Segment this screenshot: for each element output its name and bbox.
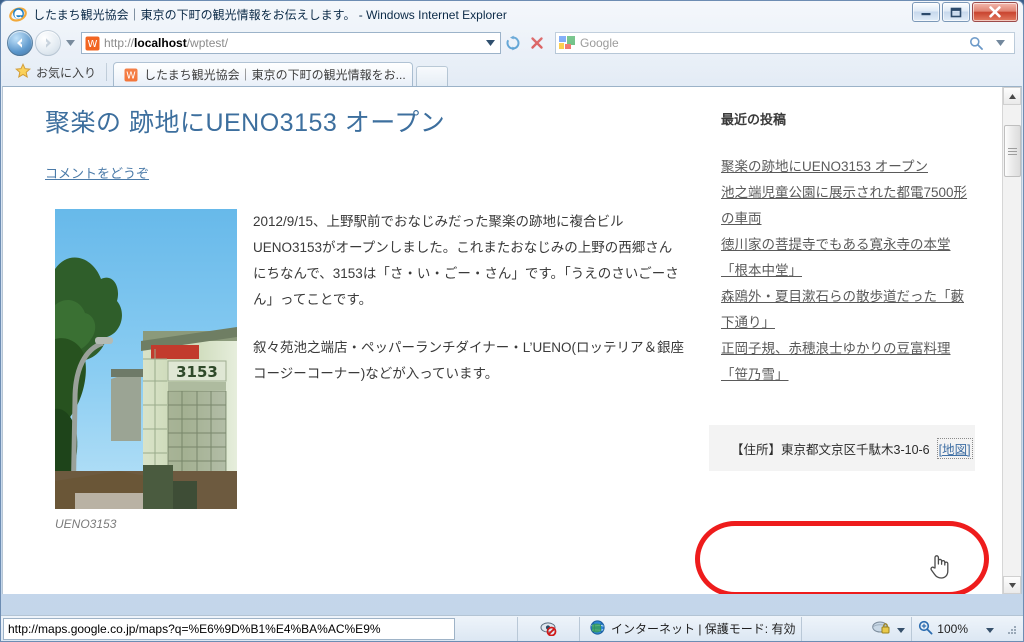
- search-input[interactable]: Google: [580, 33, 964, 53]
- forward-button[interactable]: [35, 30, 61, 56]
- internet-globe-icon: [590, 619, 605, 638]
- zoom-control[interactable]: 100%: [912, 617, 1023, 641]
- google-logo-icon: [559, 36, 575, 50]
- sidebar-item-2[interactable]: 徳川家の菩提寺でもある寛永寺の本堂「根本中堂」: [721, 232, 973, 284]
- title-bar: したまち観光協会｜東京の下町の観光情報をお伝えします。 - Windows In…: [1, 1, 1023, 27]
- status-url: http://maps.google.co.jp/maps?q=%E6%9D%B…: [3, 617, 455, 640]
- post-photo: 3153: [55, 209, 237, 509]
- sidebar-item-0[interactable]: 聚楽の跡地にUENO3153 オープン: [721, 154, 973, 180]
- tab-label: したまち観光協会｜東京の下町の観光情報をお...: [144, 68, 406, 82]
- vertical-scrollbar[interactable]: [1002, 87, 1021, 594]
- zoom-level-label: 100%: [937, 621, 968, 636]
- favorites-button[interactable]: お気に入り: [11, 61, 104, 83]
- privacy-report-indicator[interactable]: [866, 616, 913, 641]
- new-tab-button[interactable]: [416, 66, 449, 86]
- scrollbar-grip-icon: [1008, 146, 1017, 157]
- wordpress-favicon-icon: W: [124, 68, 138, 82]
- close-button[interactable]: [972, 2, 1018, 22]
- site-favicon-icon: W: [85, 36, 100, 51]
- status-cell-blank-1: [456, 616, 518, 641]
- sidebar-item-3[interactable]: 森鴎外・夏目漱石らの散歩道だった「藪下通り」: [721, 284, 973, 336]
- zoom-dropdown-icon[interactable]: [986, 622, 994, 636]
- hand-cursor: [928, 551, 950, 579]
- svg-text:W: W: [126, 70, 136, 81]
- internet-explorer-icon: [9, 5, 27, 23]
- post-column: 聚楽の 跡地にUENO3153 オープン コメントをどうぞ 3153 UENO3…: [45, 87, 685, 531]
- window-controls: [912, 2, 1018, 22]
- post-paragraph-2: 叙々苑池之端店・ペッパーランチダイナー・L’UENO(ロッテリア＆銀座コージーコ…: [253, 340, 684, 381]
- zoom-icon: [918, 620, 933, 638]
- post-paragraph-1: 2012/9/15、上野駅前でおなじみだった聚楽の跡地に複合ビルUENO3153…: [253, 214, 679, 307]
- page-title: 聚楽の 跡地にUENO3153 オープン: [45, 109, 446, 137]
- star-icon: [15, 62, 31, 82]
- photo-caption: UENO3153: [55, 517, 117, 531]
- sidebar: 最近の投稿 聚楽の跡地にUENO3153 オープン 池之端児童公園に展示された都…: [709, 87, 975, 471]
- minimize-button[interactable]: [912, 2, 940, 22]
- recent-posts-list: 聚楽の跡地にUENO3153 オープン 池之端児童公園に展示された都電7500形…: [721, 154, 973, 388]
- address-widget: 【住所】東京都文京区千駄木3-10-6 [地図]: [709, 425, 975, 471]
- scroll-up-button[interactable]: [1003, 87, 1021, 105]
- favorites-label: お気に入り: [36, 65, 97, 80]
- refresh-button[interactable]: [501, 31, 525, 55]
- window-title: したまち観光協会｜東京の下町の観光情報をお伝えします。 - Windows In…: [33, 7, 507, 22]
- search-provider-dropdown-icon[interactable]: [988, 31, 1012, 55]
- sidebar-item-1[interactable]: 池之端児童公園に展示された都電7500形の車両: [721, 180, 973, 232]
- scroll-down-button[interactable]: [1003, 576, 1021, 594]
- status-bar: http://maps.google.co.jp/maps?q=%E6%9D%B…: [1, 615, 1023, 641]
- svg-text:W: W: [88, 39, 98, 50]
- stop-button[interactable]: [525, 31, 549, 55]
- web-page: 聚楽の 跡地にUENO3153 オープン コメントをどうぞ 3153 UENO3…: [3, 87, 1002, 594]
- toolbar-separator: [106, 63, 108, 81]
- svg-text:3153: 3153: [176, 363, 218, 381]
- resize-grip-icon[interactable]: [1004, 622, 1018, 636]
- privacy-report-icon: [872, 620, 891, 638]
- maximize-button[interactable]: [942, 2, 970, 22]
- navigation-toolbar: W http://localhost/wptest/ Google: [1, 27, 1023, 59]
- address-text: http://localhost/wptest/: [104, 36, 229, 50]
- sidebar-heading: 最近の投稿: [721, 112, 787, 127]
- sidebar-item-4[interactable]: 正岡子規、赤穂浪士ゆかりの豆富料理「笹乃雪」: [721, 336, 973, 388]
- security-zone-label: インターネット | 保護モード: 有効: [611, 622, 796, 636]
- address-dropdown-icon[interactable]: [482, 33, 498, 53]
- map-link[interactable]: [地図]: [936, 437, 973, 459]
- popup-blocked-indicator[interactable]: [518, 616, 580, 641]
- popup-blocked-icon: [540, 622, 557, 636]
- security-zone-indicator[interactable]: インターネット | 保護モード: 有効: [580, 616, 803, 641]
- post-text: 2012/9/15、上野駅前でおなじみだった聚楽の跡地に複合ビルUENO3153…: [253, 209, 685, 387]
- post-body: 3153 UENO3153 2012/9/15、上野駅前でおなじみだった聚楽の跡…: [45, 209, 685, 531]
- back-button[interactable]: [7, 30, 33, 56]
- history-dropdown-icon[interactable]: [62, 30, 78, 56]
- browser-viewport: 聚楽の 跡地にUENO3153 オープン コメントをどうぞ 3153 UENO3…: [2, 86, 1022, 594]
- address-text-label: 【住所】東京都文京区千駄木3-10-6: [731, 442, 930, 457]
- scrollbar-thumb[interactable]: [1004, 125, 1021, 177]
- address-bar[interactable]: W http://localhost/wptest/: [81, 32, 501, 54]
- favorites-and-tabs-bar: お気に入り W したまち観光協会｜東京の下町の観光情報をお...: [1, 59, 1023, 86]
- tab-shitamachi[interactable]: W したまち観光協会｜東京の下町の観光情報をお...: [113, 62, 414, 86]
- internet-explorer-window: したまち観光協会｜東京の下町の観光情報をお伝えします。 - Windows In…: [0, 0, 1024, 642]
- search-box[interactable]: Google: [555, 32, 1015, 54]
- search-go-icon[interactable]: [964, 31, 988, 55]
- comment-link[interactable]: コメントをどうぞ: [45, 163, 149, 182]
- privacy-dropdown-icon[interactable]: [897, 622, 906, 636]
